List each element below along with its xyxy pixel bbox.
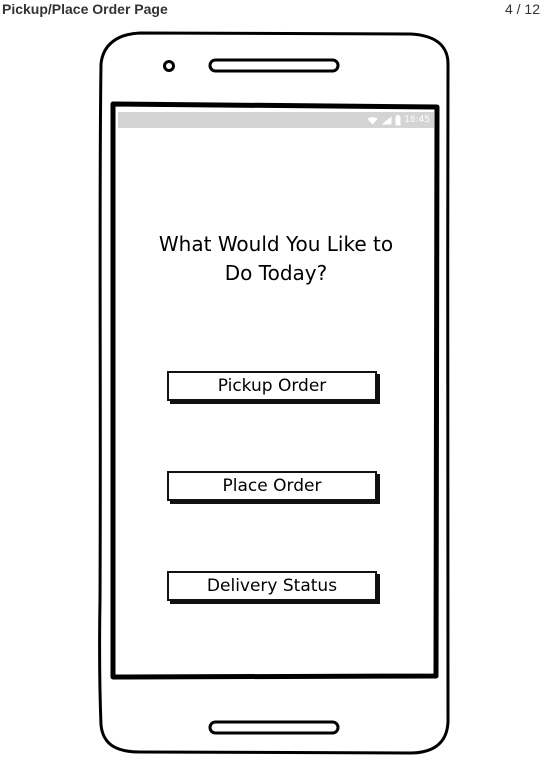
speaker-icon (208, 58, 340, 73)
battery-icon (395, 114, 401, 125)
heading-line-1: What Would You Like to (158, 232, 394, 256)
home-button-icon (208, 720, 340, 735)
signal-icon (381, 116, 392, 124)
pickup-order-button[interactable]: Pickup Order (167, 371, 377, 401)
delivery-status-button[interactable]: Delivery Status (167, 571, 377, 601)
heading-line-2: Do Today? (224, 261, 328, 285)
status-bar: 18:45 (118, 112, 434, 128)
screen-heading: What Would You Like to Do Today? (118, 230, 434, 288)
place-order-button[interactable]: Place Order (167, 471, 377, 501)
camera-icon (163, 60, 175, 72)
status-time: 18:45 (404, 115, 430, 125)
wifi-icon (367, 116, 378, 124)
